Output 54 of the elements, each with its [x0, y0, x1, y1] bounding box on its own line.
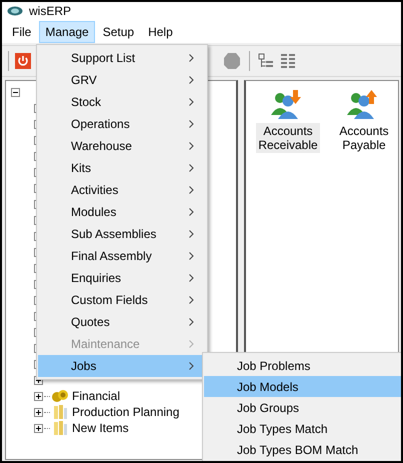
menu-item[interactable]: Enquiries: [38, 267, 206, 289]
menu-bar-item[interactable]: Setup: [96, 20, 140, 42]
chevron-icon: [189, 54, 194, 62]
chevron-icon: [189, 76, 194, 84]
tree-item[interactable]: Production Planning: [72, 405, 180, 419]
menu-bar-item[interactable]: File: [6, 20, 38, 42]
chevron-icon: [189, 142, 194, 150]
chevron-icon: [189, 230, 194, 238]
menu-item[interactable]: Job Types Match: [204, 418, 401, 439]
menu-item[interactable]: Job Models: [204, 376, 401, 397]
chevron-icon: [189, 164, 194, 172]
chevron-icon: [189, 98, 194, 106]
menu-item[interactable]: Modules: [38, 201, 206, 223]
menu-item[interactable]: Job Problems: [204, 355, 401, 376]
tree-item[interactable]: Financial: [72, 389, 120, 403]
shortcut-label[interactable]: Accounts Payable: [332, 123, 396, 153]
chevron-icon: [189, 120, 194, 128]
menu-item[interactable]: Activities: [38, 179, 206, 201]
chevron-icon: [189, 274, 194, 282]
books-icon: [51, 405, 69, 419]
tree-item[interactable]: New Items: [72, 421, 129, 435]
menu-item[interactable]: Operations: [38, 113, 206, 135]
books-icon: [51, 421, 69, 435]
menu-item[interactable]: GRV: [38, 69, 206, 91]
menu-item[interactable]: Quotes: [38, 311, 206, 333]
shortcut-label[interactable]: Accounts Receivable: [256, 123, 320, 153]
chevron-icon: [189, 362, 194, 370]
expand-icon[interactable]: [34, 392, 43, 400]
chevron-icon: [189, 208, 194, 216]
menu-item[interactable]: Final Assembly: [38, 245, 206, 267]
expand-icon[interactable]: [34, 408, 43, 416]
menu-item[interactable]: Custom Fields: [38, 289, 206, 311]
menu-item[interactable]: Job Groups: [204, 397, 401, 418]
coins-icon: [51, 389, 69, 403]
menu-bar-item[interactable]: Manage: [39, 20, 95, 42]
menu-item[interactable]: Support List: [38, 47, 206, 69]
menu-item[interactable]: Kits: [38, 157, 206, 179]
chevron-icon: [189, 252, 194, 260]
chevron-icon: [189, 186, 194, 194]
menu-item[interactable]: Stock: [38, 91, 206, 113]
chevron-icon: [189, 296, 194, 304]
menu-item[interactable]: Job Types BOM Match: [204, 439, 401, 460]
window-title: wisERP: [29, 4, 72, 18]
menu-bar-item[interactable]: Help: [142, 20, 179, 42]
tree-view-icon[interactable]: [258, 53, 274, 69]
expand-icon[interactable]: [34, 424, 43, 432]
menu-item[interactable]: Sub Assemblies: [38, 223, 206, 245]
collapse-icon[interactable]: [11, 88, 20, 96]
chevron-icon: [189, 318, 194, 326]
chevron-icon: [189, 340, 194, 348]
menu-item[interactable]: Warehouse: [38, 135, 206, 157]
power-icon[interactable]: [15, 53, 31, 69]
app-logo-icon: [7, 6, 23, 16]
list-view-icon[interactable]: [280, 53, 296, 69]
